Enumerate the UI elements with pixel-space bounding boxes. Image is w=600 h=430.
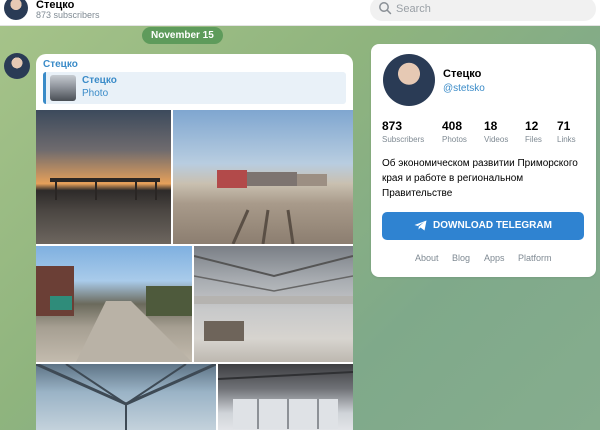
channel-card-avatar[interactable] <box>383 54 435 106</box>
channel-card: Стецко @stetsko 873 Subscribers 408 Phot… <box>371 44 596 277</box>
stat-files[interactable]: 12 Files <box>525 119 542 144</box>
channel-stats: 873 Subscribers 408 Photos 18 Videos 12 … <box>382 119 592 147</box>
link-about[interactable]: About <box>415 253 439 263</box>
footer-links: About Blog Apps Platform <box>371 253 596 267</box>
stat-label: Photos <box>442 135 467 144</box>
stat-photos[interactable]: 408 Photos <box>442 119 467 144</box>
photo-5[interactable] <box>36 364 216 430</box>
message-bubble: Стецко Стецко Photo <box>36 54 353 430</box>
search-icon <box>379 2 392 15</box>
stat-label: Subscribers <box>382 135 425 144</box>
photo-6[interactable] <box>218 364 353 430</box>
search-input[interactable] <box>396 0 586 18</box>
stat-label: Links <box>557 135 576 144</box>
top-bar: Стецко 873 subscribers <box>0 0 600 26</box>
stat-value: 873 <box>382 119 403 133</box>
search-box[interactable] <box>370 0 596 21</box>
stat-value: 408 <box>442 119 463 133</box>
channel-card-handle[interactable]: @stetsko <box>443 83 485 94</box>
forwarded-quote[interactable]: Стецко Photo <box>43 72 346 104</box>
link-apps[interactable]: Apps <box>484 253 505 263</box>
stat-videos[interactable]: 18 Videos <box>484 119 508 144</box>
stat-label: Files <box>525 135 542 144</box>
photo-2[interactable] <box>173 110 353 244</box>
download-telegram-button[interactable]: DOWNLOAD TELEGRAM <box>382 212 584 240</box>
stat-value: 12 <box>525 119 539 133</box>
download-telegram-label: DOWNLOAD TELEGRAM <box>433 220 552 231</box>
link-platform[interactable]: Platform <box>518 253 552 263</box>
photo-1[interactable] <box>36 110 171 244</box>
message-author[interactable]: Стецко <box>43 59 78 70</box>
link-blog[interactable]: Blog <box>452 253 470 263</box>
forwarded-title: Стецко <box>82 75 117 86</box>
message-avatar[interactable] <box>4 53 30 79</box>
stat-links[interactable]: 71 Links <box>557 119 576 144</box>
stat-subscribers: 873 Subscribers <box>382 119 424 144</box>
telegram-plane-icon <box>414 220 427 231</box>
subscriber-count: 873 subscribers <box>36 10 100 20</box>
stat-value: 18 <box>484 119 498 133</box>
channel-card-name: Стецко <box>443 68 482 80</box>
channel-avatar[interactable] <box>4 0 28 20</box>
channel-description: Об экономическом развитии Приморского кр… <box>382 158 578 199</box>
stat-value: 71 <box>557 119 571 133</box>
forwarded-subtitle: Photo <box>82 88 109 99</box>
photo-3[interactable] <box>36 246 192 362</box>
photo-4[interactable] <box>194 246 353 362</box>
forwarded-thumbnail <box>50 75 76 101</box>
stat-label: Videos <box>484 135 509 144</box>
date-separator: November 15 <box>142 27 223 44</box>
